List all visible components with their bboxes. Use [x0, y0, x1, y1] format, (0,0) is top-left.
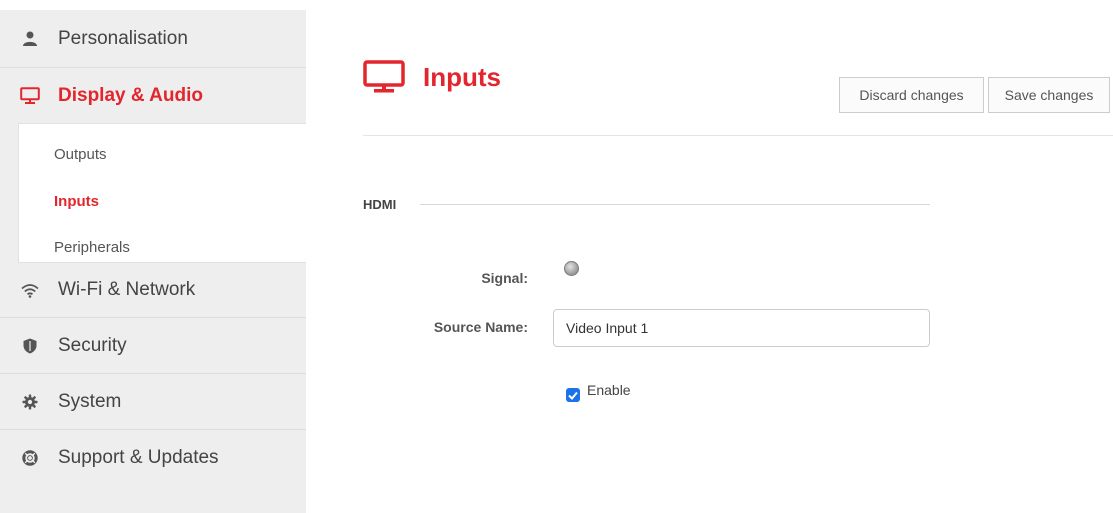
section-title-hdmi: HDMI	[363, 197, 397, 212]
sidebar-item-support-updates[interactable]: Support & Updates	[0, 430, 306, 486]
enable-label[interactable]: Enable	[587, 382, 631, 398]
sidebar-subnav: Outputs Inputs Peripherals	[18, 123, 306, 263]
source-name-label: Source Name:	[433, 319, 528, 335]
sidebar-item-label: System	[58, 391, 122, 412]
checkmark-icon	[568, 391, 578, 400]
sidebar-item-label: Wi-Fi & Network	[58, 279, 196, 300]
monitor-icon	[363, 60, 405, 99]
page-title: Inputs	[423, 62, 501, 92]
discard-changes-button[interactable]: Discard changes	[839, 77, 984, 113]
sidebar-item-label: Display & Audio	[58, 85, 203, 106]
save-changes-button[interactable]: Save changes	[988, 77, 1110, 113]
sidebar-item-display-audio[interactable]: Display & Audio	[0, 68, 306, 124]
subnav-item-outputs[interactable]: Outputs	[54, 146, 107, 163]
source-name-input[interactable]	[553, 309, 930, 347]
subnav-item-inputs[interactable]: Inputs	[54, 193, 99, 210]
section-divider	[420, 204, 930, 205]
signal-indicator	[564, 261, 579, 276]
header-divider	[363, 135, 1113, 136]
sidebar-item-label: Security	[58, 335, 127, 356]
sidebar: Personalisation Display & Audio Outputs …	[0, 10, 306, 513]
sidebar-item-personalisation[interactable]: Personalisation	[0, 11, 306, 67]
sidebar-item-security[interactable]: Security	[0, 318, 306, 374]
user-icon	[20, 29, 40, 49]
signal-label: Signal:	[481, 270, 528, 286]
monitor-icon	[20, 86, 40, 106]
sidebar-item-system[interactable]: System	[0, 374, 306, 430]
gear-icon	[20, 392, 40, 412]
sidebar-item-wifi-network[interactable]: Wi-Fi & Network	[0, 262, 306, 318]
shield-icon	[20, 336, 40, 356]
sidebar-item-label: Support & Updates	[58, 447, 219, 468]
app-root: Personalisation Display & Audio Outputs …	[0, 0, 1113, 513]
subnav-item-peripherals[interactable]: Peripherals	[54, 239, 130, 256]
sidebar-item-label: Personalisation	[58, 28, 188, 49]
wifi-icon	[20, 280, 40, 300]
lifebuoy-icon	[20, 448, 40, 468]
enable-checkbox[interactable]	[566, 388, 580, 402]
